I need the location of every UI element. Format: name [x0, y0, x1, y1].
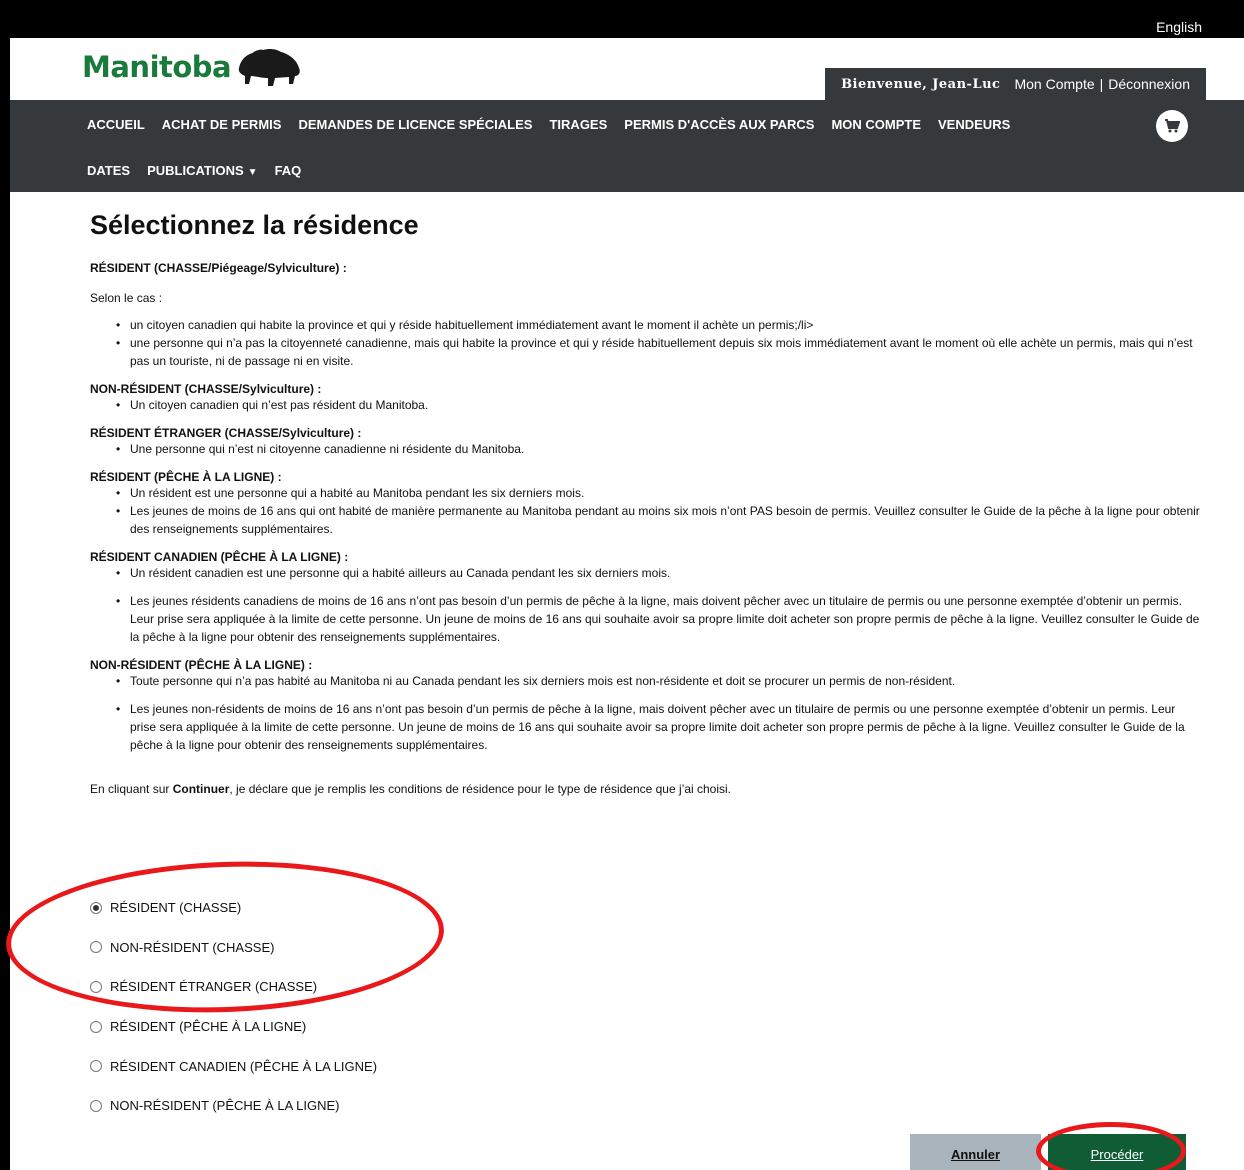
main-nav: ACCUEIL ACHAT DE PERMIS DEMANDES DE LICE… [10, 100, 1244, 192]
radio-option-resident-canadien-peche[interactable]: RÉSIDENT CANADIEN (PÊCHE À LA LIGNE) [90, 1046, 377, 1086]
caret-down-icon: ▼ [247, 167, 258, 178]
section-title: RÉSIDENT ÉTRANGER (CHASSE/Sylviculture) … [90, 426, 362, 440]
page-frame [0, 0, 10, 1170]
section-list: Un résident est une personne qui a habit… [114, 484, 1200, 538]
nav-publications[interactable]: PUBLICATIONS ▼ [147, 163, 257, 178]
section-list: Un résident canadien est une personne qu… [114, 564, 1200, 646]
nav-accueil[interactable]: ACCUEIL [87, 117, 145, 132]
nav-mon-compte[interactable]: MON COMPTE [831, 117, 921, 132]
list-item: Un résident canadien est une personne qu… [114, 564, 1200, 582]
account-bar: Bienvenue, Jean-Luc Mon Compte | Déconne… [825, 68, 1206, 100]
nav-faq[interactable]: FAQ [275, 163, 302, 178]
language-link[interactable]: English [1156, 19, 1202, 35]
declaration-text: En cliquant sur Continuer, je déclare qu… [90, 782, 1200, 796]
section-intro: Selon le cas : [90, 291, 163, 305]
radio-button[interactable] [90, 1099, 102, 1112]
list-item: un citoyen canadien qui habite la provin… [114, 316, 1200, 334]
nav-row-secondary: DATES PUBLICATIONS ▼ FAQ [87, 163, 318, 178]
page-title: Sélectionnez la résidence [90, 210, 419, 240]
section-list: Toute personne qui n’a pas habité au Man… [114, 672, 1200, 754]
section-title: RÉSIDENT (CHASSE/Piégeage/Sylviculture) … [90, 261, 347, 275]
list-item: Les jeunes résidents canadiens de moins … [114, 592, 1200, 646]
list-item: une personne qui n’a pas la citoyenneté … [114, 334, 1200, 370]
cart-icon [1165, 119, 1180, 133]
nav-demandes-licence[interactable]: DEMANDES DE LICENCE SPÉCIALES [298, 117, 532, 132]
declaration-before: En cliquant sur [90, 782, 173, 796]
radio-button[interactable] [90, 1060, 102, 1073]
radio-button[interactable] [90, 901, 102, 914]
list-item: Les jeunes de moins de 16 ans qui ont ha… [114, 502, 1200, 538]
welcome-text: Bienvenue, Jean-Luc [841, 76, 1001, 92]
cancel-button[interactable]: Annuler [910, 1134, 1041, 1170]
radio-label: RÉSIDENT (CHASSE) [110, 900, 242, 916]
section-title: NON-RÉSIDENT (CHASSE/Sylviculture) : [90, 382, 322, 396]
proceed-button[interactable]: Procéder [1048, 1134, 1186, 1170]
list-item: Les jeunes non-résidents de moins de 16 … [114, 700, 1200, 754]
section-title: NON-RÉSIDENT (PÊCHE À LA LIGNE) : [90, 658, 313, 672]
declaration-after: , je déclare que je remplis les conditio… [229, 782, 732, 796]
nav-publications-label: PUBLICATIONS [147, 163, 244, 178]
radio-label: RÉSIDENT CANADIEN (PÊCHE À LA LIGNE) [110, 1058, 378, 1074]
cart-button[interactable] [1156, 110, 1188, 142]
radio-button[interactable] [90, 1020, 102, 1033]
bison-icon [238, 49, 300, 86]
section-list: un citoyen canadien qui habite la provin… [114, 316, 1200, 370]
logout-link[interactable]: Déconnexion [1108, 76, 1190, 92]
radio-label: NON-RÉSIDENT (CHASSE) [110, 939, 275, 955]
list-item: Une personne qui n’est ni citoyenne cana… [114, 440, 1200, 458]
list-item: Un résident est une personne qui a habit… [114, 484, 1200, 502]
top-bar: English [0, 0, 1244, 38]
declaration-continue: Continuer [172, 782, 230, 796]
radio-option-non-resident-chasse[interactable]: NON-RÉSIDENT (CHASSE) [90, 928, 377, 968]
my-account-link[interactable]: Mon Compte [1014, 76, 1094, 92]
radio-option-non-resident-peche[interactable]: NON-RÉSIDENT (PÊCHE À LA LIGNE) [90, 1086, 377, 1126]
main-content: Sélectionnez la résidence RÉSIDENT (CHAS… [90, 210, 1200, 796]
list-item: Toute personne qui n’a pas habité au Man… [114, 672, 1200, 690]
logo-text: Manitoba [82, 50, 232, 84]
section-list: Un citoyen canadien qui n’est pas réside… [114, 396, 1200, 414]
section-list: Une personne qui n’est ni citoyenne cana… [114, 440, 1200, 458]
nav-permis-parcs[interactable]: PERMIS D'ACCÈS AUX PARCS [624, 117, 814, 132]
nav-achat-de-permis[interactable]: ACHAT DE PERMIS [162, 117, 282, 132]
radio-option-resident-chasse[interactable]: RÉSIDENT (CHASSE) [90, 888, 377, 928]
nav-row-primary: ACCUEIL ACHAT DE PERMIS DEMANDES DE LICE… [87, 117, 1027, 132]
radio-label: RÉSIDENT (PÊCHE À LA LIGNE) [110, 1019, 307, 1035]
radio-label: RÉSIDENT ÉTRANGER (CHASSE) [110, 979, 318, 995]
manitoba-logo[interactable]: Manitoba [82, 46, 305, 88]
radio-button[interactable] [90, 980, 102, 993]
radio-button[interactable] [90, 941, 102, 954]
radio-option-resident-etranger-chasse[interactable]: RÉSIDENT ÉTRANGER (CHASSE) [90, 967, 377, 1007]
residency-radio-group: RÉSIDENT (CHASSE) NON-RÉSIDENT (CHASSE) … [90, 888, 377, 1126]
section-title: RÉSIDENT (PÊCHE À LA LIGNE) : [90, 470, 282, 484]
radio-option-resident-peche[interactable]: RÉSIDENT (PÊCHE À LA LIGNE) [90, 1007, 377, 1047]
nav-vendeurs[interactable]: VENDEURS [938, 117, 1010, 132]
nav-tirages[interactable]: TIRAGES [549, 117, 607, 132]
site-header: Manitoba Bienvenue, Jean-Luc Mon Compte … [10, 38, 1244, 100]
separator: | [1099, 76, 1104, 92]
nav-dates[interactable]: DATES [87, 163, 130, 178]
list-item: Un citoyen canadien qui n’est pas réside… [114, 396, 1200, 414]
radio-label: NON-RÉSIDENT (PÊCHE À LA LIGNE) [110, 1098, 340, 1114]
section-title: RÉSIDENT CANADIEN (PÊCHE À LA LIGNE) : [90, 550, 349, 564]
